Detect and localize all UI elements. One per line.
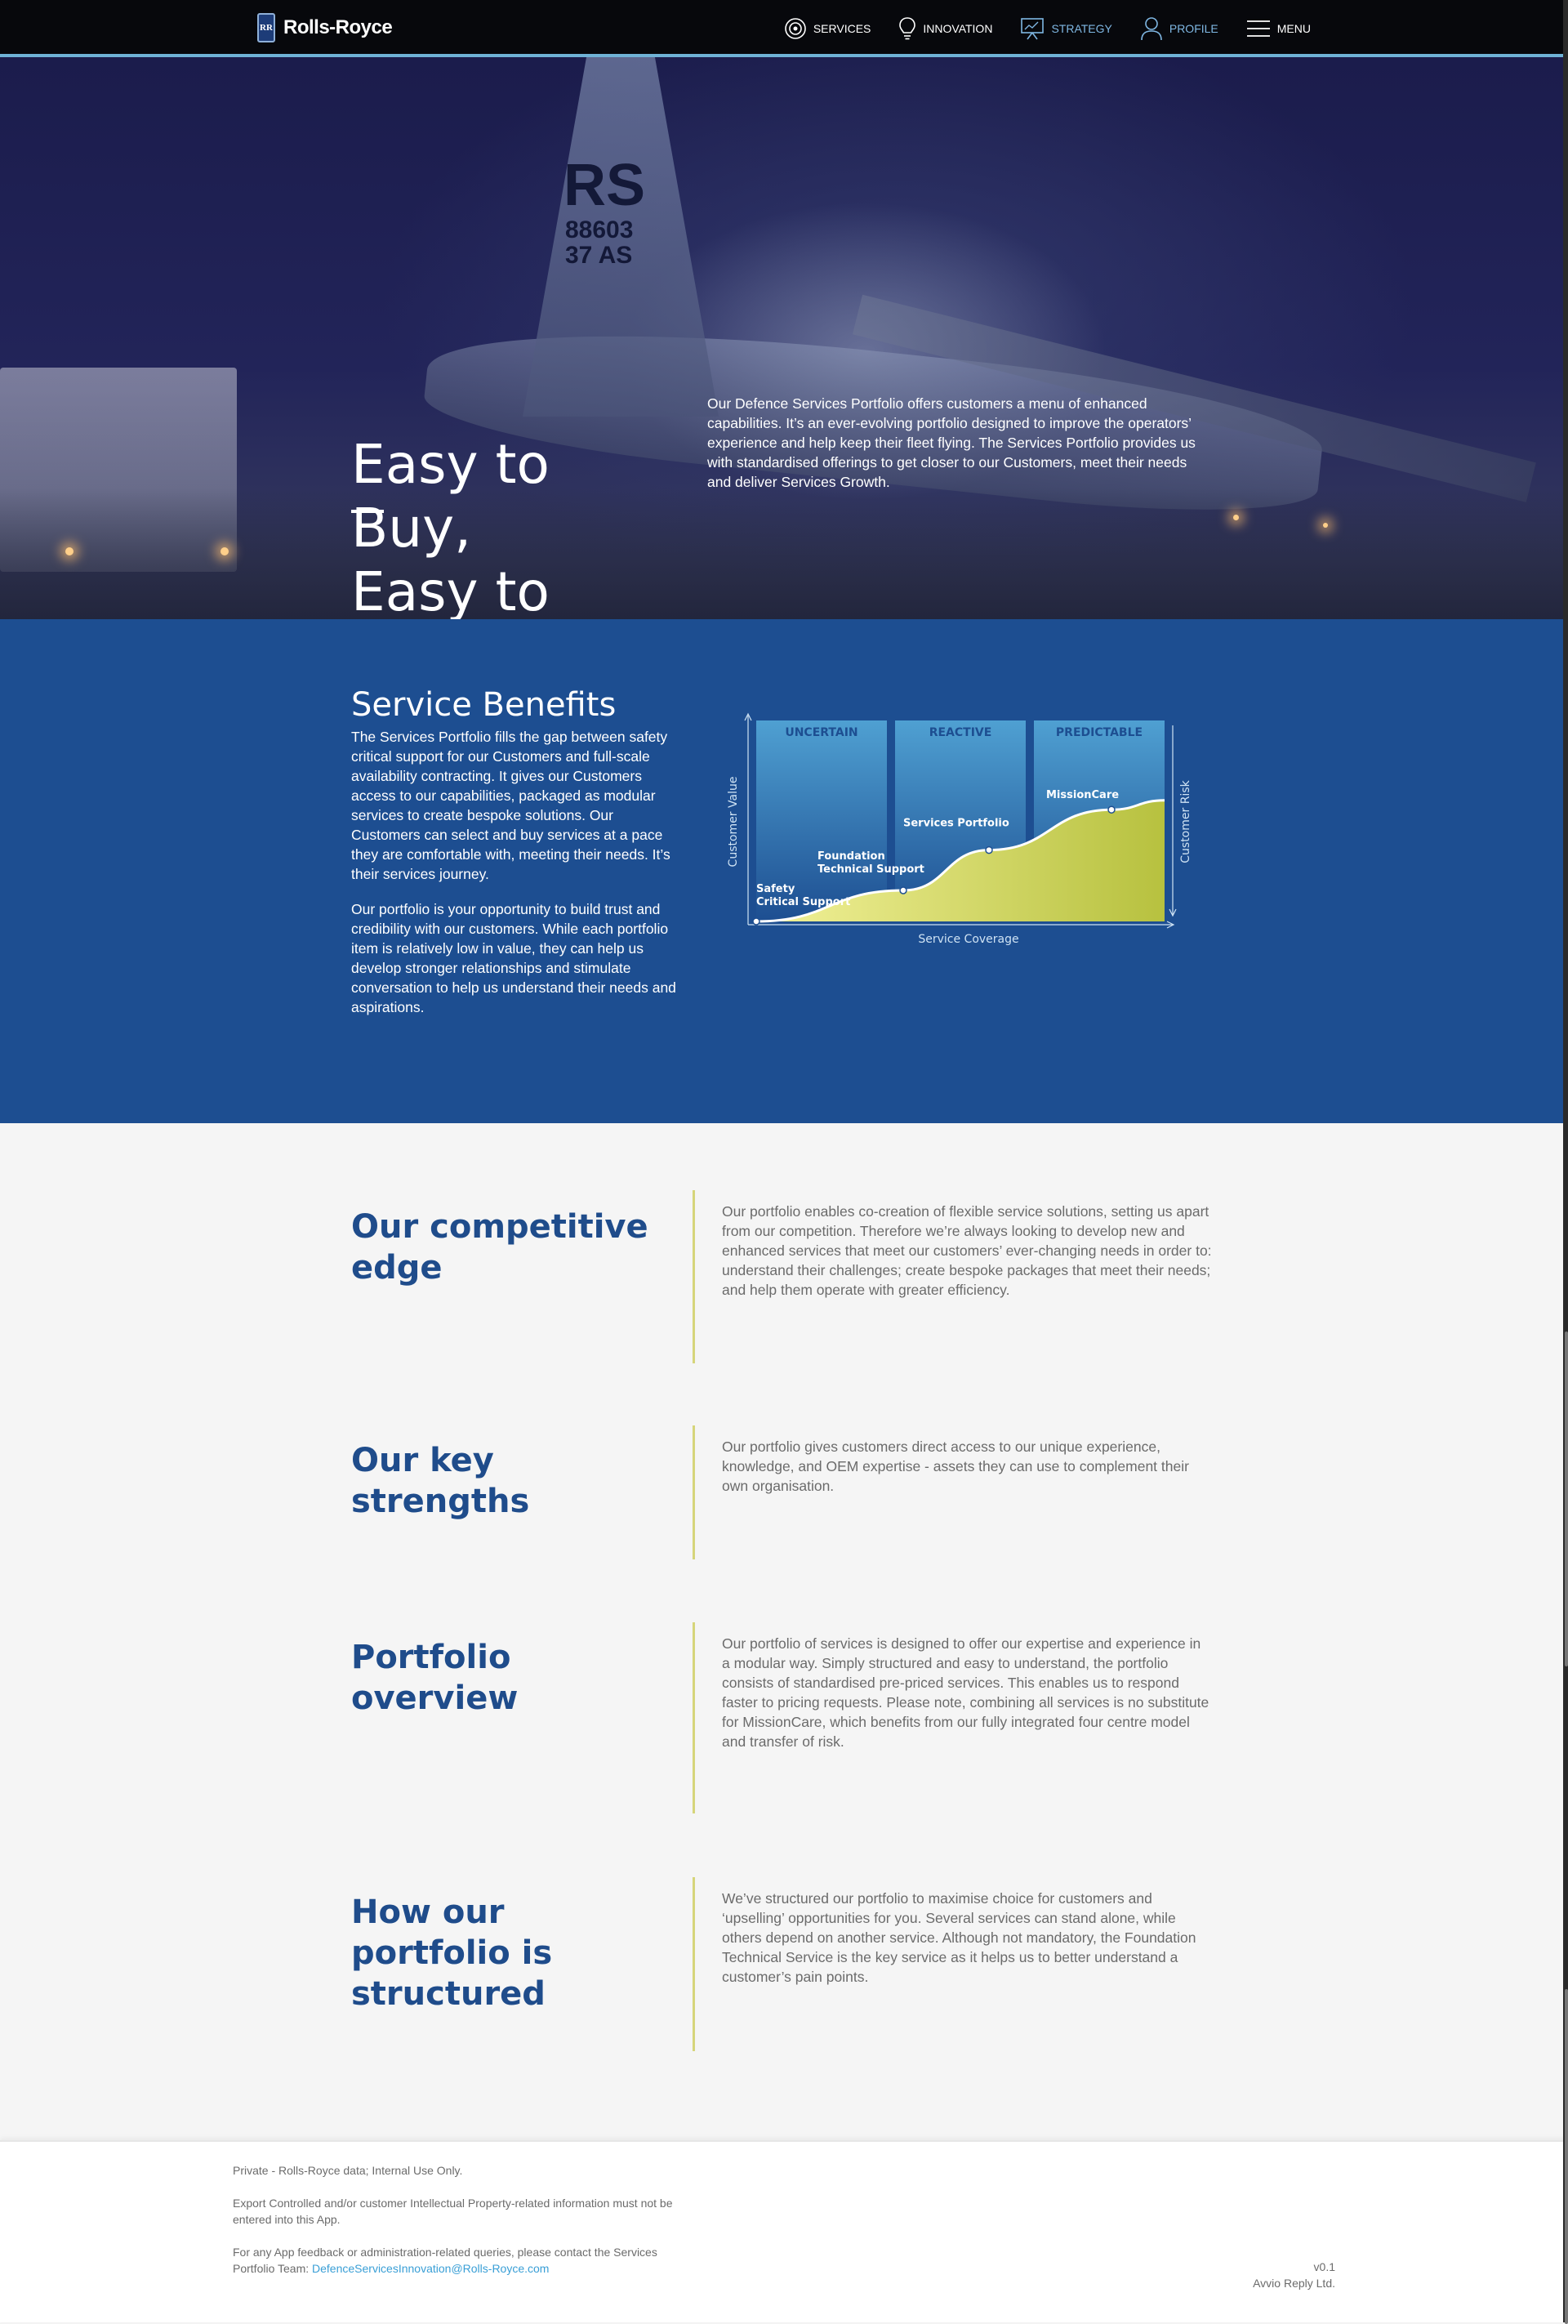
presentation-board-icon	[1021, 18, 1045, 40]
chart-point-label: MissionCare	[1046, 789, 1119, 801]
y-axis-label-left: Customer Value	[727, 777, 740, 868]
service-benefits-section: Service Benefits The Services Portfolio …	[0, 619, 1568, 1123]
chart-column-label: UNCERTAIN	[785, 726, 858, 739]
rolls-royce-logo[interactable]: RR Rolls-Royce	[257, 13, 393, 42]
nav-item-profile[interactable]: Profile	[1140, 16, 1218, 41]
portfolio-info-section: Our competitive edge Our portfolio enabl…	[0, 1123, 1568, 2140]
nav-item-label: Services	[813, 22, 871, 35]
nav-item-innovation[interactable]: Innovation	[898, 16, 992, 41]
user-icon	[1141, 17, 1162, 41]
chart-column-label: PREDICTABLE	[1056, 726, 1143, 739]
row-text: Our portfolio of services is designed to…	[722, 1635, 1209, 1750]
row-divider	[693, 1877, 695, 2051]
target-icon	[785, 18, 806, 39]
truck-headlight	[65, 547, 74, 555]
chart-point	[1107, 805, 1116, 814]
paragraph: The Services Portfolio fills the gap bet…	[351, 729, 670, 882]
privacy-notice: Private - Rolls-Royce data; Internal Use…	[233, 2164, 463, 2177]
nav-item-label: Profile	[1169, 22, 1218, 35]
nav-item-menu[interactable]: Menu	[1246, 19, 1311, 38]
row-text: We’ve structured our portfolio to maximi…	[722, 1890, 1196, 1985]
hero-description: Our Defence Services Portfolio offers cu…	[707, 395, 1196, 490]
row-text: Our portfolio enables co-creation of fle…	[722, 1203, 1212, 1298]
chart-point-label: Critical Support	[756, 896, 850, 908]
row-divider	[693, 1622, 695, 1813]
feedback-notice: For any App feedback or administration-r…	[233, 2244, 690, 2277]
row-title: Our competitive edge	[351, 1208, 648, 1287]
paragraph: Our portfolio is your opportunity to bui…	[351, 901, 676, 1015]
chart-point	[985, 845, 993, 854]
export-notice: Export Controlled and/or customer Intell…	[233, 2197, 673, 2226]
page-scrollbar[interactable]	[1563, 0, 1568, 2322]
nav-item-label: Menu	[1276, 22, 1311, 35]
chart-point-label: Services Portfolio	[903, 818, 1009, 830]
footer-version-info: v0.1 Avvio Reply Ltd.	[1253, 2259, 1335, 2291]
hero-title-line: Easy to Sell	[351, 560, 550, 619]
section-title: Service Benefits	[351, 686, 617, 724]
nav-item-services[interactable]: Services	[784, 17, 871, 40]
company-name: Avvio Reply Ltd.	[1253, 2277, 1335, 2290]
section-body: The Services Portfolio fills the gap bet…	[351, 727, 686, 1033]
tail-number: 88603	[565, 216, 634, 243]
row-text: Our portfolio gives customers direct acc…	[722, 1439, 1189, 1494]
truck-headlight	[220, 547, 229, 555]
hero-title: Easy to Buy, Easy to Sell	[351, 433, 645, 619]
runway-light	[1323, 523, 1328, 528]
chart-point-label: Foundation	[817, 850, 885, 863]
footer-notices: Private - Rolls-Royce data; Internal Use…	[233, 2162, 690, 2293]
hero-section: RS 88603 37 AS Easy to Buy, Easy to Sell	[0, 57, 1568, 619]
chart-point-label: Technical Support	[817, 863, 924, 876]
nav-item-strategy[interactable]: Strategy	[1020, 17, 1112, 40]
nav-item-label: Strategy	[1051, 22, 1112, 35]
nav-item-label: Innovation	[923, 22, 993, 35]
brand-name: Rolls-Royce	[283, 16, 393, 38]
chart-point	[899, 886, 907, 894]
x-axis-label: Service Coverage	[918, 933, 1018, 946]
row-divider	[693, 1425, 695, 1559]
service-benefits-chart: UNCERTAIN REACTIVE PREDICTABLE SafetyCriti…	[727, 712, 1192, 946]
row-title: Portfolio overview	[351, 1639, 519, 1717]
rr-badge-icon: RR	[257, 13, 275, 42]
hamburger-icon	[1246, 20, 1270, 37]
row-title: How our portfolio is structured	[351, 1894, 553, 2013]
chart-point	[752, 917, 760, 926]
chart-column-label: REACTIVE	[929, 726, 992, 739]
hero-title-underline	[351, 510, 384, 513]
feedback-email-link[interactable]: DefenceServicesInnovation@Rolls-Royce.co…	[312, 2262, 549, 2275]
lightbulb-icon	[899, 17, 916, 40]
top-nav-bar: RR Rolls-Royce Services Innovation Strat…	[0, 0, 1568, 57]
app-version: v0.1	[1313, 2260, 1335, 2273]
aircraft-tail-markings: RS 88603 37 AS	[564, 153, 646, 270]
tail-unit: 37 AS	[565, 242, 633, 270]
tail-code: RS	[564, 153, 646, 218]
page-footer: Private - Rolls-Royce data; Internal Use…	[0, 2140, 1568, 2322]
chart-point-label: Safety	[756, 883, 795, 895]
scrollbar-thumb[interactable]	[1565, 1989, 1568, 2324]
hero-title-line: Easy to Buy,	[351, 433, 550, 560]
scrollbar-thumb[interactable]	[1565, 1332, 1568, 1666]
runway-light	[1233, 515, 1239, 520]
y-axis-label-right: Customer Risk	[1179, 779, 1192, 863]
hero-tarmac	[0, 488, 1568, 619]
row-divider	[693, 1190, 695, 1363]
nav-menu: Services Innovation Strategy Profile Men…	[784, 16, 1311, 41]
row-title: Our key strengths	[351, 1442, 530, 1520]
